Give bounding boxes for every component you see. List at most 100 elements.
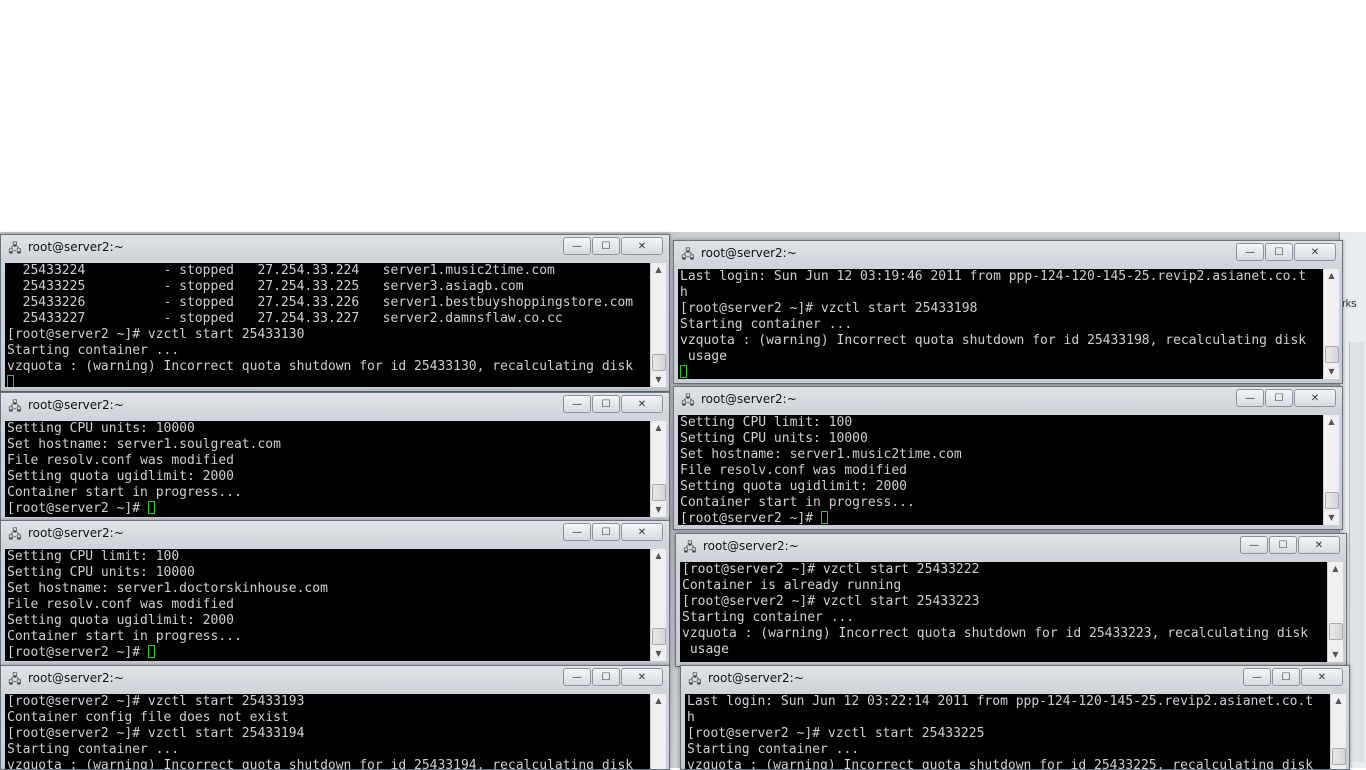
minimize-button[interactable]: — [563,668,591,686]
minimize-button[interactable]: — [1243,668,1271,686]
scroll-up-icon[interactable]: ▲ [1324,269,1339,283]
maximize-button[interactable]: ☐ [1272,668,1300,686]
minimize-button[interactable]: — [1236,243,1264,261]
scroll-thumb[interactable] [652,354,666,371]
close-button[interactable]: ✕ [621,668,663,686]
background-scrollbar [1349,342,1364,762]
terminal-line: Container config file does not exist [7,710,289,725]
scroll-down-icon[interactable]: ▼ [1324,365,1339,379]
terminal-window[interactable]: 🖧 root@server2:~ — ☐ ✕ Setting CPU limit… [673,386,1343,530]
maximize-button[interactable]: ☐ [1265,389,1293,407]
maximize-button[interactable]: ☐ [592,237,620,255]
vertical-scrollbar[interactable]: ▲ [650,694,666,769]
minimize-button[interactable]: — [563,237,591,255]
vertical-scrollbar[interactable]: ▲ ▼ [650,549,666,661]
vertical-scrollbar[interactable]: ▲ ▼ [1323,415,1339,525]
minimize-button[interactable]: — [563,395,591,413]
window-title: root@server2:~ [708,671,804,685]
terminal-output[interactable]: [root@server2 ~]# vzctl start 25433222 C… [680,562,1328,662]
minimize-button[interactable]: — [1236,389,1264,407]
terminal-line: Setting CPU units: 10000 [7,565,195,580]
terminal-output[interactable]: Setting CPU limit: 100 Setting CPU units… [5,549,651,661]
title-bar[interactable]: 🖧 root@server2:~ — ☐ ✕ [676,534,1346,560]
scroll-up-icon[interactable]: ▲ [1331,694,1346,708]
terminal-line: usage [680,349,727,364]
scroll-thumb[interactable] [652,628,666,645]
scroll-up-icon[interactable]: ▲ [1328,562,1343,576]
scroll-down-icon[interactable]: ▼ [1328,648,1343,662]
minimize-button[interactable]: — [1240,536,1268,554]
window-title: root@server2:~ [701,392,797,406]
terminal-line: h [680,285,688,300]
title-bar[interactable]: 🖧 root@server2:~ — ☐ ✕ [681,666,1349,692]
vertical-scrollbar[interactable]: ▲ ▼ [650,263,666,387]
terminal-line: File resolv.conf was modified [680,463,907,478]
terminal-window[interactable]: 🖧 root@server2:~ — ☐ ✕ Setting CPU units… [0,392,670,522]
terminal-line: Starting container ... [7,343,180,358]
title-bar[interactable]: 🖧 root@server2:~ — ☐ ✕ [674,387,1342,413]
scroll-down-icon[interactable]: ▼ [1324,511,1339,525]
close-button[interactable]: ✕ [1294,389,1336,407]
terminal-line: Last login: Sun Jun 12 03:19:46 2011 fro… [680,269,1307,284]
terminal-output[interactable]: 25433224 - stopped 27.254.33.224 server1… [5,263,651,387]
scroll-up-icon[interactable]: ▲ [651,694,666,708]
terminal-line: [root@server2 ~]# vzctl start 25433130 [7,327,305,342]
maximize-button[interactable]: ☐ [592,668,620,686]
terminal-window[interactable]: 🖧 root@server2:~ — ☐ ✕ Last login: Sun J… [680,665,1350,770]
terminal-line: Starting container ... [7,742,180,757]
maximize-button[interactable]: ☐ [592,523,620,541]
title-bar[interactable]: 🖧 root@server2:~ — ☐ ✕ [1,521,669,547]
close-button[interactable]: ✕ [1301,668,1343,686]
terminal-line: Container start in progress... [7,485,242,500]
close-button[interactable]: ✕ [1298,536,1340,554]
terminal-line: 25433226 - stopped 27.254.33.226 server1… [7,295,634,310]
putty-icon: 🖧 [683,540,697,554]
scroll-down-icon[interactable]: ▼ [651,503,666,517]
terminal-line: [root@server2 ~]# vzctl start 25433193 [7,694,305,709]
vertical-scrollbar[interactable]: ▲ [1330,694,1346,769]
terminal-line: Setting CPU units: 10000 [7,421,195,436]
terminal-line: 25433227 - stopped 27.254.33.227 server2… [7,311,563,326]
close-button[interactable]: ✕ [621,395,663,413]
scroll-down-icon[interactable]: ▼ [651,647,666,661]
scroll-thumb[interactable] [1329,623,1343,640]
maximize-button[interactable]: ☐ [592,395,620,413]
terminal-line: vzquota : (warning) Incorrect quota shut… [687,758,1314,769]
terminal-window[interactable]: 🖧 root@server2:~ — ☐ ✕ 25433224 - stoppe… [0,234,670,392]
terminal-line: vzquota : (warning) Incorrect quota shut… [7,359,634,374]
vertical-scrollbar[interactable]: ▲ ▼ [1323,269,1339,379]
terminal-line: vzquota : (warning) Incorrect quota shut… [7,758,634,769]
terminal-window[interactable]: 🖧 root@server2:~ — ☐ ✕ [root@server2 ~]#… [675,533,1347,667]
maximize-button[interactable]: ☐ [1269,536,1297,554]
terminal-window[interactable]: 🖧 root@server2:~ — ☐ ✕ Setting CPU limit… [0,520,670,666]
scroll-thumb[interactable] [1325,346,1339,363]
scroll-thumb[interactable] [1332,748,1346,765]
close-button[interactable]: ✕ [1294,243,1336,261]
minimize-button[interactable]: — [563,523,591,541]
vertical-scrollbar[interactable]: ▲ ▼ [650,421,666,517]
scroll-thumb[interactable] [652,484,666,501]
terminal-output[interactable]: Setting CPU limit: 100 Setting CPU units… [678,415,1324,525]
title-bar[interactable]: 🖧 root@server2:~ — ☐ ✕ [1,666,669,692]
scroll-up-icon[interactable]: ▲ [651,263,666,277]
maximize-button[interactable]: ☐ [1265,243,1293,261]
scroll-up-icon[interactable]: ▲ [651,549,666,563]
terminal-output[interactable]: Setting CPU units: 10000 Set hostname: s… [5,421,651,517]
title-bar[interactable]: 🖧 root@server2:~ — ☐ ✕ [1,393,669,419]
title-bar[interactable]: 🖧 root@server2:~ — ☐ ✕ [1,235,669,261]
terminal-output[interactable]: Last login: Sun Jun 12 03:22:14 2011 fro… [685,694,1331,769]
scroll-up-icon[interactable]: ▲ [651,421,666,435]
terminal-output[interactable]: Last login: Sun Jun 12 03:19:46 2011 fro… [678,269,1324,379]
scroll-thumb[interactable] [1325,492,1339,509]
scroll-down-icon[interactable]: ▼ [651,373,666,387]
terminal-window[interactable]: 🖧 root@server2:~ — ☐ ✕ [root@server2 ~]#… [0,665,670,770]
vertical-scrollbar[interactable]: ▲ ▼ [1327,562,1343,662]
terminal-line: Setting quota ugidlimit: 2000 [7,469,234,484]
scroll-up-icon[interactable]: ▲ [1324,415,1339,429]
title-bar[interactable]: 🖧 root@server2:~ — ☐ ✕ [674,241,1342,267]
terminal-window[interactable]: 🖧 root@server2:~ — ☐ ✕ Last login: Sun J… [673,240,1343,384]
close-button[interactable]: ✕ [621,237,663,255]
close-button[interactable]: ✕ [621,523,663,541]
window-title: root@server2:~ [703,539,799,553]
terminal-output[interactable]: [root@server2 ~]# vzctl start 25433193 C… [5,694,651,769]
